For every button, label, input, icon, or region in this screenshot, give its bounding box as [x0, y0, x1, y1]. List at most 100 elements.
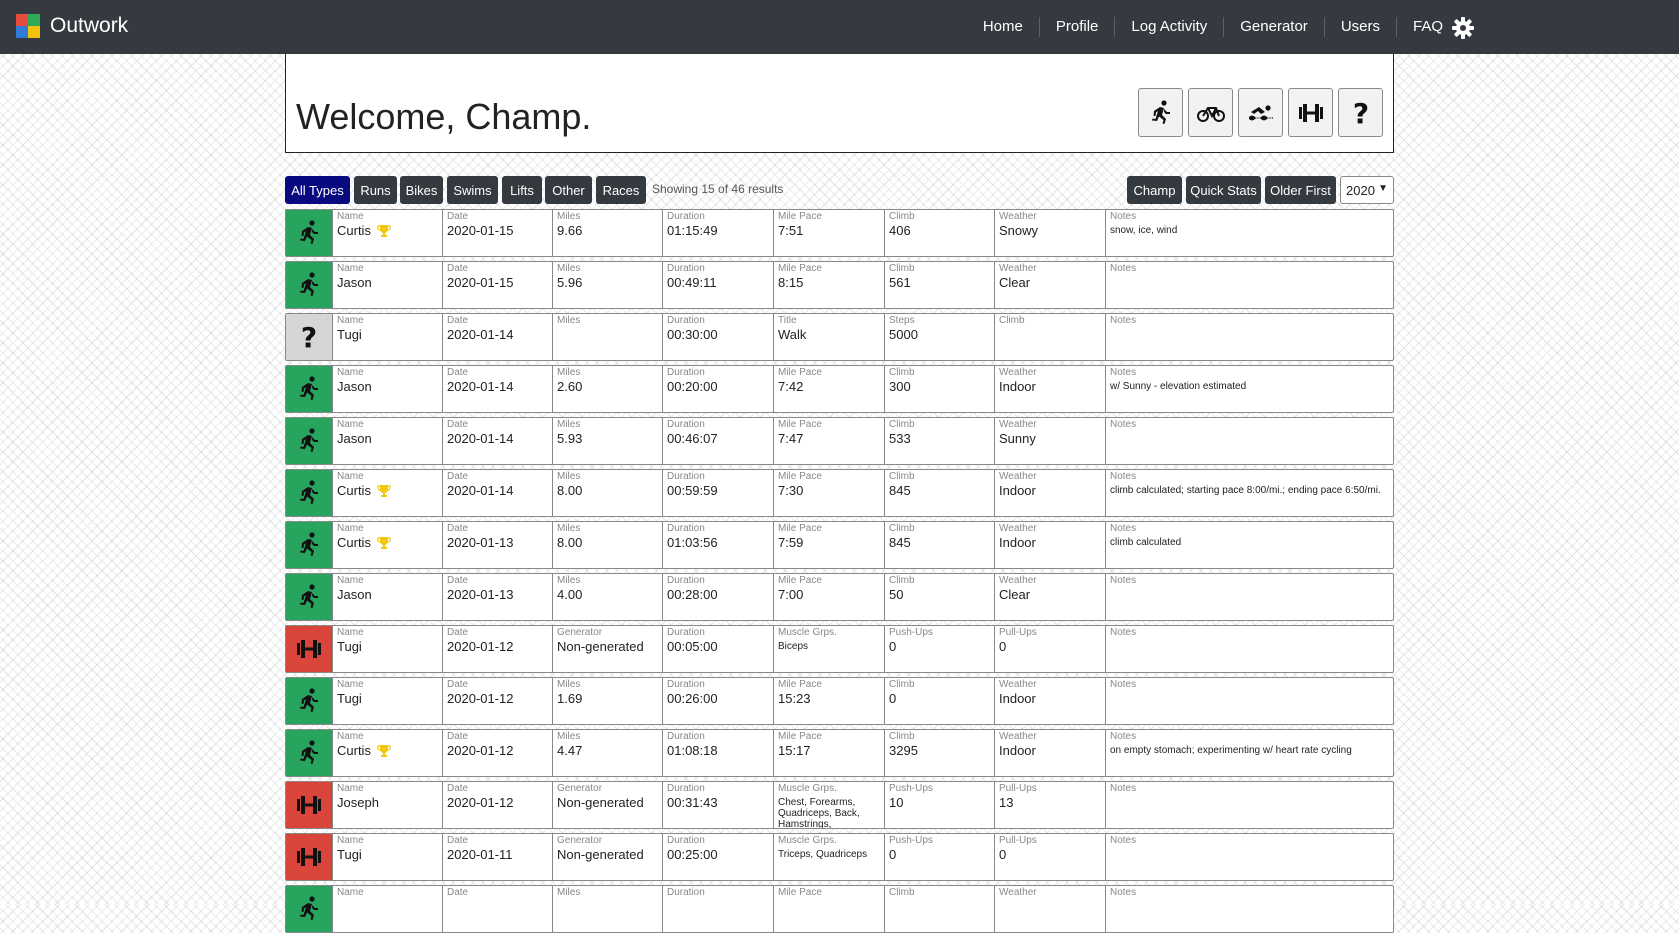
field-label: Generator	[557, 627, 603, 638]
field-label: Duration	[667, 783, 705, 794]
activity-row[interactable]: Name Tugi Date 2020-01-12 Miles 1.69 Duration 0…	[285, 677, 1394, 725]
activity-row[interactable]: Name Jason Date 2020-01-15 Miles 5.96 Duration…	[285, 261, 1394, 309]
log-bike-button[interactable]	[1188, 88, 1233, 137]
field-label: Name	[337, 835, 364, 846]
activity-row[interactable]: ? Name Tugi Date 2020-01-14 Miles Duration 00:3…	[285, 313, 1394, 361]
field-value: Tugi	[337, 639, 442, 655]
field-label: Climb	[889, 263, 915, 274]
cell-date: Date 2020-01-12	[442, 626, 552, 672]
nav-home[interactable]: Home	[967, 17, 1040, 37]
cell-duration: Duration 00:30:00	[662, 314, 773, 360]
activity-row[interactable]: Name Date Miles Duration Mile Pace Climb Weath…	[285, 885, 1394, 933]
cell-weather: Weather Indoor	[994, 730, 1105, 776]
filter-bikes[interactable]: Bikes	[400, 176, 443, 204]
field-value: 00:31:43	[667, 795, 773, 811]
field-label: Miles	[557, 211, 581, 222]
field-value-text: 00:26:00	[667, 691, 718, 706]
field-value: Jason	[337, 431, 442, 447]
brand[interactable]: Outwork	[16, 14, 128, 38]
filter-runs[interactable]: Runs	[354, 176, 397, 204]
activity-row[interactable]: Name Curtis Date 2020-01-12 Miles 4.47 Duratio…	[285, 729, 1394, 777]
year-select[interactable]: 2020 ▼	[1340, 176, 1394, 204]
field-label: Duration	[667, 419, 705, 430]
field-value-text: 00:25:00	[667, 847, 718, 862]
field-label: Weather	[999, 211, 1037, 222]
cell-date: Date 2020-01-14	[442, 470, 552, 516]
field-label: Mile Pace	[778, 731, 822, 742]
field-value: 2020-01-14	[447, 379, 552, 395]
field-label: Weather	[999, 523, 1037, 534]
other-type-badge: ?	[286, 314, 332, 360]
activity-row[interactable]: Name Joseph Date 2020-01-12 Generator Non-gen…	[285, 781, 1394, 829]
nav-profile[interactable]: Profile	[1040, 17, 1116, 37]
field-value-text: snow, ice, wind	[1110, 225, 1178, 236]
champ-button[interactable]: Champ	[1127, 176, 1182, 204]
nav-users[interactable]: Users	[1325, 17, 1397, 37]
cell-muscle-grps: Muscle Grps. Chest, Forearms, Quadriceps,…	[773, 782, 884, 828]
field-value-text: 15:17	[778, 743, 811, 758]
field-value-text: Triceps, Quadriceps	[778, 849, 868, 860]
log-swim-button[interactable]	[1238, 88, 1283, 137]
field-value-text: 8:15	[778, 275, 804, 290]
cell-miles: Miles	[552, 314, 662, 360]
field-value: 0	[889, 847, 994, 863]
nav-log-activity[interactable]: Log Activity	[1115, 17, 1225, 37]
filter-lifts[interactable]: Lifts	[502, 176, 542, 204]
cell-date: Date 2020-01-12	[442, 730, 552, 776]
filter-races[interactable]: Races	[596, 176, 646, 204]
run-type-badge	[286, 210, 332, 256]
cell-climb: Climb 406	[884, 210, 994, 256]
cell-mile-pace: Mile Pace 15:23	[773, 678, 884, 724]
log-lift-button[interactable]	[1288, 88, 1333, 137]
run-type-badge	[286, 262, 332, 308]
field-value-text: 5.96	[557, 275, 583, 290]
cell-duration: Duration 01:15:49	[662, 210, 773, 256]
activity-row[interactable]: Name Curtis Date 2020-01-14 Miles 8.00 Duratio…	[285, 469, 1394, 517]
cell-climb: Climb 50	[884, 574, 994, 620]
nav-faq[interactable]: FAQ	[1397, 17, 1459, 37]
cell-date: Date 2020-01-12	[442, 678, 552, 724]
activity-row[interactable]: Name Curtis Date 2020-01-13 Miles 8.00 Duratio…	[285, 521, 1394, 569]
activity-row[interactable]: Name Tugi Date 2020-01-11 Generator Non-gener…	[285, 833, 1394, 881]
field-value-text: Indoor	[999, 379, 1036, 394]
cell-date: Date 2020-01-15	[442, 262, 552, 308]
field-label: Date	[447, 731, 469, 742]
field-value: climb calculated; starting pace 8:00/mi.…	[1110, 485, 1393, 496]
log-run-button[interactable]	[1138, 88, 1183, 137]
cell-mile-pace: Mile Pace 8:15	[773, 262, 884, 308]
filter-swims[interactable]: Swims	[447, 176, 498, 204]
activity-row[interactable]: Name Curtis Date 2020-01-15 Miles 9.66 Duratio…	[285, 209, 1394, 257]
field-value-text: 8.00	[557, 483, 583, 498]
cell-name: Name Curtis	[332, 730, 442, 776]
field-value-text: 2020-01-12	[447, 795, 514, 810]
field-label: Weather	[999, 679, 1037, 690]
activity-row[interactable]: Name Tugi Date 2020-01-12 Generator Non-gener…	[285, 625, 1394, 673]
sort-order-button[interactable]: Older First	[1265, 176, 1336, 204]
gear-icon[interactable]	[1451, 16, 1475, 40]
run-icon	[300, 428, 318, 452]
field-label: Weather	[999, 731, 1037, 742]
log-other-button[interactable]: ?	[1338, 88, 1383, 137]
field-value-text: 15:23	[778, 691, 811, 706]
cell-duration: Duration 00:26:00	[662, 678, 773, 724]
field-value-text: 845	[889, 483, 911, 498]
activity-row[interactable]: Name Jason Date 2020-01-14 Miles 2.60 Duration…	[285, 365, 1394, 413]
field-label: Duration	[667, 731, 705, 742]
filter-other[interactable]: Other	[545, 176, 592, 204]
field-value: 01:03:56	[667, 535, 773, 551]
field-label: Weather	[999, 367, 1037, 378]
field-value-text: Biceps	[778, 641, 809, 652]
field-value-text: 13	[999, 795, 1014, 810]
app-logo	[16, 14, 40, 38]
activity-row[interactable]: Name Jason Date 2020-01-13 Miles 4.00 Duration…	[285, 573, 1394, 621]
cell-weather: Weather Clear	[994, 574, 1105, 620]
activity-row[interactable]: Name Jason Date 2020-01-14 Miles 5.93 Duration…	[285, 417, 1394, 465]
nav-generator[interactable]: Generator	[1224, 17, 1325, 37]
cell-generator: Generator Non-generated	[552, 626, 662, 672]
filter-all-types[interactable]: All Types	[285, 176, 350, 204]
field-value-text: 2020-01-14	[447, 431, 514, 446]
field-value: 406	[889, 223, 994, 239]
quick-stats-button[interactable]: Quick Stats	[1186, 176, 1261, 204]
run-icon	[300, 220, 318, 244]
cell-name: Name Jason	[332, 366, 442, 412]
